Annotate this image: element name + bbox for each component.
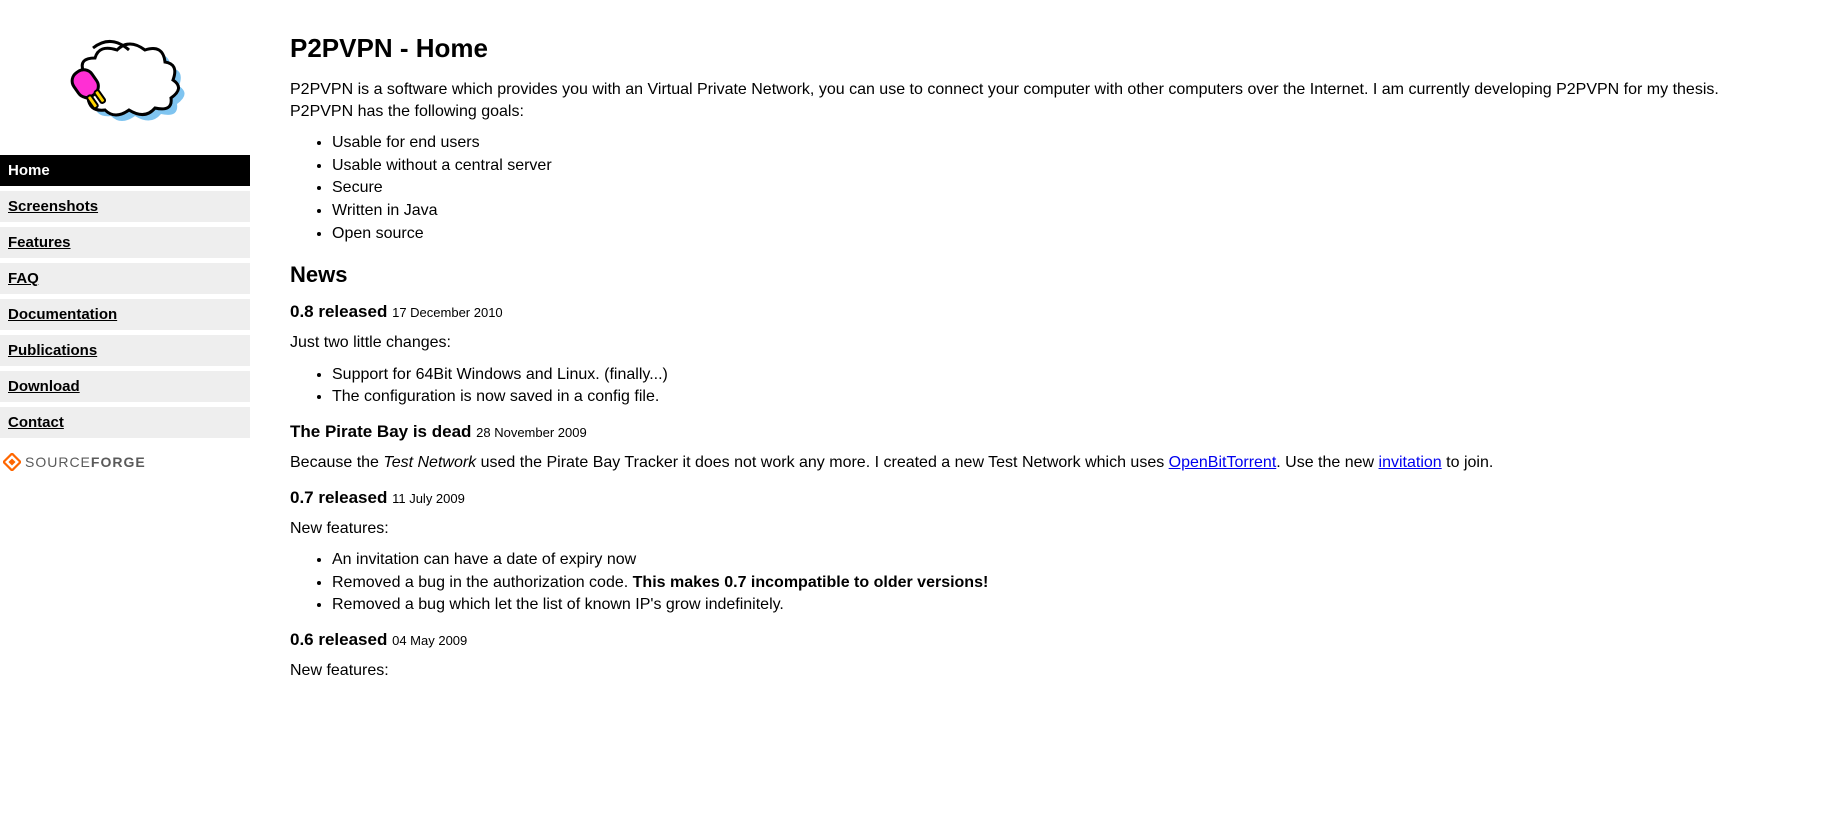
openbittorrent-link[interactable]: OpenBitTorrent [1169, 454, 1277, 471]
news-item-date: 04 May 2009 [392, 633, 467, 648]
news-item-title: The Pirate Bay is dead 28 November 2009 [290, 422, 1780, 442]
nav-faq[interactable]: FAQ [0, 263, 250, 294]
news-item-date: 11 July 2009 [392, 491, 465, 506]
news-item-paragraph: Because the Test Network used the Pirate… [290, 452, 1780, 474]
nav-publications[interactable]: Publications [0, 335, 250, 366]
nav-contact[interactable]: Contact [0, 407, 250, 438]
changes-list: An invitation can have a date of expiry … [290, 549, 1780, 616]
strong-text: This makes 0.7 incompatible to older ver… [633, 574, 989, 591]
page-title: P2PVPN - Home [290, 33, 1780, 64]
news-item-title: 0.8 released 17 December 2010 [290, 302, 1780, 322]
news-item-title: 0.7 released 11 July 2009 [290, 488, 1780, 508]
list-item: The configuration is now saved in a conf… [332, 386, 1780, 408]
goals-list: Usable for end users Usable without a ce… [290, 132, 1780, 244]
list-item: Removed a bug which let the list of know… [332, 594, 1780, 616]
news-item-date: 28 November 2009 [476, 425, 587, 440]
list-item: Usable for end users [332, 132, 1780, 154]
news-item-title: 0.6 released 04 May 2009 [290, 630, 1780, 650]
news-item-date: 17 December 2010 [392, 305, 503, 320]
list-item: Written in Java [332, 200, 1780, 222]
news-heading: News [290, 262, 1780, 288]
sourceforge-badge[interactable]: SOURCEFORGE [0, 443, 250, 486]
emphasis-text: Test Network [383, 454, 476, 471]
nav-download[interactable]: Download [0, 371, 250, 402]
app-logo-icon [55, 30, 195, 140]
list-item: Usable without a central server [332, 155, 1780, 177]
list-item: An invitation can have a date of expiry … [332, 549, 1780, 571]
invitation-link[interactable]: invitation [1379, 454, 1442, 471]
changes-list: Support for 64Bit Windows and Linux. (fi… [290, 364, 1780, 408]
main-content: P2PVPN - Home P2PVPN is a software which… [250, 0, 1810, 722]
list-item: Removed a bug in the authorization code.… [332, 572, 1780, 594]
nav-features[interactable]: Features [0, 227, 250, 258]
news-item-lead: New features: [290, 660, 1780, 682]
nav-screenshots[interactable]: Screenshots [0, 191, 250, 222]
list-item: Open source [332, 223, 1780, 245]
sidebar: Home Screenshots Features FAQ Documentat… [0, 0, 250, 722]
list-item: Secure [332, 177, 1780, 199]
sourceforge-text: SOURCEFORGE [25, 454, 146, 470]
sourceforge-icon [3, 453, 21, 471]
nav-documentation[interactable]: Documentation [0, 299, 250, 330]
logo-container [0, 10, 250, 155]
nav-home[interactable]: Home [0, 155, 250, 186]
news-item-lead: Just two little changes: [290, 332, 1780, 354]
news-item-lead: New features: [290, 518, 1780, 540]
intro-paragraph: P2PVPN is a software which provides you … [290, 79, 1780, 122]
list-item: Support for 64Bit Windows and Linux. (fi… [332, 364, 1780, 386]
